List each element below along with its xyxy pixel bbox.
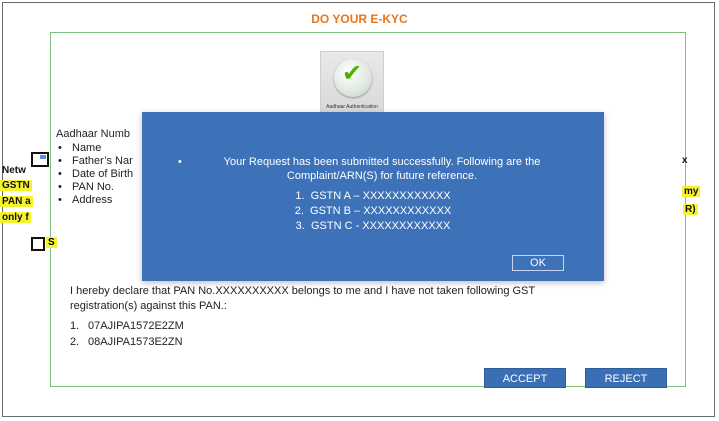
modal-message: • Your Request has been submitted succes… (178, 156, 541, 182)
consent-checkbox-1[interactable] (31, 152, 49, 167)
list-item: 3. GSTN C - XXXXXXXXXXXX (295, 220, 451, 232)
auth-tile-caption: Aadhaar Authentication (326, 104, 378, 110)
list-item: 1. GSTN A – XXXXXXXXXXXX (295, 190, 451, 202)
aadhaar-authentication-tile[interactable]: ✔ Aadhaar Authentication (320, 51, 384, 117)
declaration-text: I hereby declare that PAN No.XXXXXXXXXX … (70, 285, 536, 312)
success-modal: • Your Request has been submitted succes… (142, 112, 604, 281)
list-item: • Address (58, 194, 113, 206)
detail-list: • Name • Father’s Nar • Date of Birth • PAN … (58, 142, 133, 207)
list-item: • PAN No. (58, 181, 114, 193)
checkmark-icon: ✔ (342, 59, 363, 87)
list-item: 2. GSTN B – XXXXXXXXXXXX (294, 205, 452, 217)
left-label-gstn: GSTN (0, 180, 32, 191)
list-item: • Name (58, 142, 102, 154)
checkbox-corner-icon (40, 155, 46, 159)
aadhaar-number-label: Aadhaar Numb (56, 128, 130, 140)
left-label-pan: PAN a (0, 196, 33, 207)
bullet-icon: • (178, 156, 182, 168)
list-item: 1. 07AJIPA1572E2ZM (70, 320, 184, 332)
list-item: 2. 08AJIPA1573E2ZN (70, 336, 183, 348)
right-label-my: my (682, 186, 701, 197)
gstin-list: 1. 07AJIPA1572E2ZM 2. 08AJIPA1573E2ZN (70, 318, 184, 350)
reject-button[interactable]: REJECT (585, 368, 667, 388)
consent-checkbox-2[interactable] (31, 237, 45, 251)
right-label-r: R) (683, 204, 698, 215)
list-item: • Date of Birth (58, 168, 134, 180)
left-label-netw: Netw (2, 165, 26, 176)
list-item: • Father’s Nar (58, 155, 133, 167)
accept-button[interactable]: ACCEPT (484, 368, 566, 388)
arn-list: 1. GSTN A – XXXXXXXXXXXX 2. GSTN B – XXX… (142, 189, 604, 234)
ok-button[interactable]: OK (512, 255, 564, 271)
right-label-x: x (682, 155, 688, 166)
left-label-only: only f (0, 212, 31, 223)
page-title: DO YOUR E-KYC (311, 12, 408, 26)
auth-badge: ✔ (334, 59, 372, 97)
left-label-s: S (46, 237, 57, 248)
